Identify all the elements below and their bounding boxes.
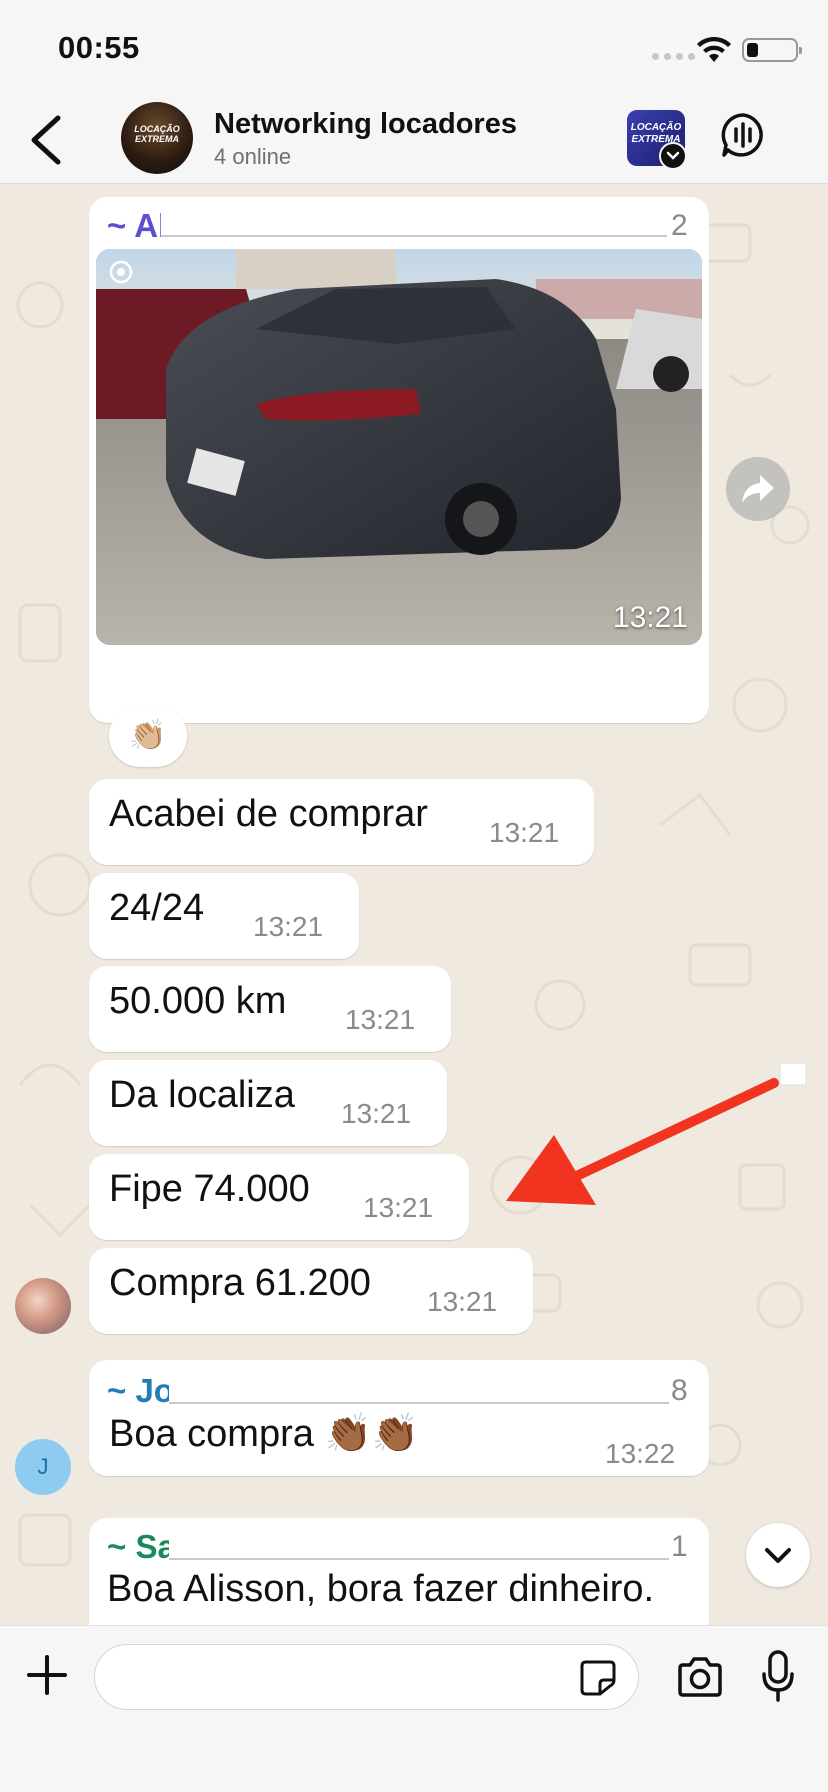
sticker-icon[interactable] (578, 1658, 618, 1698)
message-timestamp: 13:21 (363, 1192, 434, 1223)
redacted-sender-info (161, 207, 667, 237)
message-text: Boa compra 👏🏾👏🏾 (109, 1413, 420, 1455)
sender-avatar[interactable] (15, 1278, 71, 1334)
message-bubble[interactable]: 50.000 km 13:21 (89, 966, 451, 1052)
photo-message-bubble[interactable]: ~ Al 2 13:21 (89, 197, 709, 723)
group-avatar[interactable]: LOCAÇÃO EXTREMA (121, 102, 193, 174)
group-avatar-logo-text: LOCAÇÃO EXTREMA (134, 124, 180, 144)
message-composer (0, 1625, 828, 1792)
status-bar: 00:55 (0, 0, 828, 96)
message-text: Da localiza (109, 1074, 295, 1116)
car-photo-image (96, 249, 702, 645)
message-timestamp: 13:21 (253, 911, 324, 942)
message-text: Boa Alisson, bora fazer dinheiro. (107, 1568, 655, 1610)
battery-icon (742, 38, 802, 62)
voice-chat-button[interactable] (720, 112, 766, 158)
wifi-icon (697, 36, 731, 62)
red-arrow-annotation (506, 1063, 807, 1205)
message-timestamp: 13:21 (489, 817, 560, 848)
chat-header: LOCAÇÃO EXTREMA Networking locadores 4 o… (0, 96, 828, 184)
sender-name[interactable]: ~ Al (107, 207, 167, 245)
message-timestamp: 13:22 (605, 1438, 676, 1469)
plus-icon[interactable] (26, 1654, 68, 1696)
message-bubble[interactable]: Fipe 74.000 13:21 (89, 1154, 469, 1240)
message-timestamp: 13:21 (427, 1286, 498, 1317)
redacted-sender-info (169, 1530, 669, 1560)
chevron-down-icon (765, 1548, 791, 1563)
car-photo[interactable]: 13:21 (96, 249, 702, 645)
group-online-count: 4 online (214, 144, 292, 169)
microphone-icon[interactable] (760, 1650, 796, 1702)
message-text: 24/24 (109, 887, 205, 929)
reaction-clapping-hands[interactable]: 👏🏼 (109, 705, 187, 767)
message-bubble[interactable]: ~ Sa 1 Boa Alisson, bora fazer dinheiro. (89, 1518, 709, 1625)
status-time: 00:55 (58, 30, 140, 65)
sender-phone-tail: 8 (671, 1374, 688, 1407)
message-bubble[interactable]: ~ Jo 8 Boa compra 👏🏾👏🏾 13:22 (89, 1360, 709, 1476)
sender-phone-tail: 2 (671, 209, 688, 242)
chat-area[interactable]: ~ Al 2 13:21 👏🏼 Acabei de comprar 13:21 … (0, 185, 828, 1625)
message-text: 50.000 km (109, 980, 287, 1022)
redacted-sender-info (169, 1374, 669, 1404)
sender-avatar[interactable]: J (15, 1439, 71, 1495)
sender-phone-tail: 1 (671, 1530, 688, 1563)
forward-button[interactable] (726, 457, 790, 521)
chevron-down-icon (659, 142, 687, 170)
message-text: Fipe 74.000 (109, 1168, 310, 1210)
back-button[interactable] (22, 112, 72, 168)
group-title[interactable]: Networking locadores (214, 108, 517, 141)
message-timestamp: 13:21 (341, 1098, 412, 1129)
cellular-signal-icon (652, 53, 695, 60)
scroll-to-bottom-button[interactable] (746, 1523, 810, 1587)
message-bubble[interactable]: Compra 61.200 13:21 (89, 1248, 533, 1334)
message-bubble[interactable]: 24/24 13:21 (89, 873, 359, 959)
message-timestamp: 13:21 (345, 1004, 416, 1035)
message-text: Compra 61.200 (109, 1262, 371, 1304)
sender-name[interactable]: ~ Sa (107, 1528, 176, 1566)
photo-timestamp: 13:21 (612, 601, 688, 634)
message-input[interactable] (94, 1644, 639, 1710)
camera-icon[interactable] (676, 1656, 724, 1698)
sender-name[interactable]: ~ Jo (107, 1372, 174, 1410)
message-bubble[interactable]: Da localiza 13:21 (89, 1060, 447, 1146)
message-bubble[interactable]: Acabei de comprar 13:21 (89, 779, 594, 865)
message-text: Acabei de comprar (109, 793, 428, 835)
